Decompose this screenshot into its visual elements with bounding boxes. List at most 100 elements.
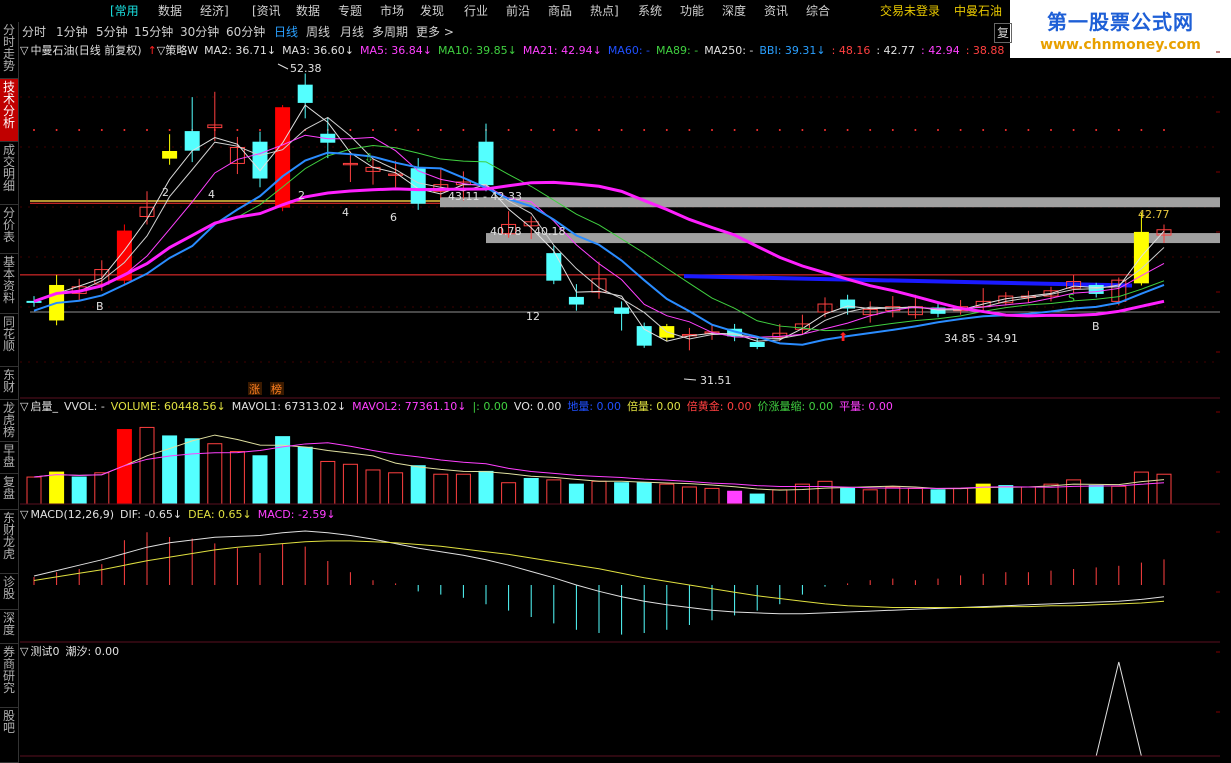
sidebar-item-6[interactable]: 东财 (0, 367, 18, 400)
signal-dot (168, 129, 171, 131)
menu-item-4[interactable]: 数据 (296, 0, 320, 22)
signal-dot (575, 129, 578, 131)
volume-bar (907, 487, 923, 505)
current-stock-name[interactable]: 中曼石油 (954, 0, 1002, 22)
signal-dot (394, 129, 397, 131)
sidebar-item-2[interactable]: 成交明细 (0, 142, 18, 205)
up-arrow-icon: ⬆ (838, 330, 848, 344)
chart-area[interactable]: 52.38 31.51 43.11 - 42.33 40.78 40.18 34.85 -… (20, 42, 1220, 763)
menu-item-7[interactable]: 发现 (420, 0, 444, 22)
signal-dot (439, 129, 442, 131)
menu-item-9[interactable]: 前沿 (506, 0, 530, 22)
sidebar-item-3[interactable]: 分价表 (0, 205, 18, 254)
menu-item-0[interactable]: [常用 (110, 0, 139, 22)
volume-bar (365, 469, 381, 505)
period-tab-5[interactable]: 60分钟 (226, 22, 265, 42)
sidebar-item-label: 复盘 (3, 475, 16, 501)
sidebar-item-11[interactable]: 诊股 (0, 574, 18, 610)
sidebar-item-8[interactable]: 早盘 (0, 442, 18, 474)
period-tab-9[interactable]: 多周期 (372, 22, 408, 42)
volume-bar (478, 470, 494, 505)
period-tab-8[interactable]: 月线 (340, 22, 364, 42)
signal-marker: 4 (208, 188, 215, 201)
period-tab-0[interactable]: 分时 (22, 22, 46, 42)
menu-item-2[interactable]: 经济] (200, 0, 229, 22)
sidebar-item-label: 东财 (3, 368, 16, 394)
menu-item-3[interactable]: [资讯 (252, 0, 281, 22)
menu-item-15[interactable]: 资讯 (764, 0, 788, 22)
tag-label: 涨 (249, 383, 260, 396)
menu-item-1[interactable]: 数据 (158, 0, 182, 22)
price-label: 40.18 (534, 225, 566, 238)
period-tab-7[interactable]: 周线 (306, 22, 330, 42)
menu-item-14[interactable]: 深度 (722, 0, 746, 22)
candle-body (478, 141, 494, 186)
period-tab-10[interactable]: 更多 > (416, 22, 454, 42)
signal-dot (1095, 129, 1098, 131)
volume-bar (772, 489, 788, 505)
signal-dot (824, 129, 826, 131)
volume-bar (523, 477, 539, 505)
volume-bar (342, 463, 358, 505)
period-tab-2[interactable]: 5分钟 (96, 22, 128, 42)
sidebar-item-label: 早盘 (3, 443, 16, 469)
candle-body (614, 307, 630, 314)
volume-bar (388, 472, 404, 505)
menu-item-13[interactable]: 功能 (680, 0, 704, 22)
candle-body (546, 253, 562, 281)
signal-dot (643, 129, 646, 131)
volume-bar (1088, 485, 1104, 505)
sidebar-item-label: 基本资料 (3, 255, 16, 305)
sidebar-item-label: 深度 (3, 611, 16, 637)
period-tab-6[interactable]: 日线 (274, 22, 298, 42)
level-value-label: 42.77 (1138, 208, 1170, 221)
signal-dot (78, 129, 81, 131)
volume-bar (568, 483, 584, 505)
signal-dot (1050, 129, 1052, 131)
signal-dot (1072, 129, 1075, 131)
menu-item-6[interactable]: 市场 (380, 0, 404, 22)
signal-dot (123, 129, 126, 131)
signal-dot (462, 129, 465, 131)
menu-item-11[interactable]: 热点] (590, 0, 619, 22)
menu-item-5[interactable]: 专题 (338, 0, 362, 22)
signal-dot (100, 129, 103, 131)
signal-dot (756, 129, 759, 131)
menu-item-12[interactable]: 系统 (638, 0, 662, 22)
signal-dot (530, 129, 533, 131)
menu-bar: [常用 数据 经济] [资讯 数据 专题 市场 发现 行业 前沿 商品 热点] 系统 功能 深度 资讯 综合 (0, 0, 1010, 22)
sidebar-item-13[interactable]: 券商研究 (0, 644, 18, 708)
volume-bar (659, 483, 675, 505)
menu-item-10[interactable]: 商品 (548, 0, 572, 22)
sidebar-item-1[interactable]: 技术分析 (0, 79, 18, 142)
sidebar-item-9[interactable]: 复盘 (0, 474, 18, 510)
period-tab-4[interactable]: 30分钟 (180, 22, 219, 42)
fuquan-button[interactable]: 复 (994, 23, 1013, 43)
volume-bar (410, 465, 426, 505)
volume-bar (26, 476, 42, 505)
menu-item-16[interactable]: 综合 (806, 0, 830, 22)
sidebar-item-7[interactable]: 龙虎榜 (0, 400, 18, 442)
signal-dot (869, 129, 872, 131)
signal-dot (665, 129, 668, 131)
menu-item-8[interactable]: 行业 (464, 0, 488, 22)
volume-bar (184, 438, 200, 505)
period-tab-3[interactable]: 15分钟 (134, 22, 173, 42)
period-tab-1[interactable]: 1分钟 (56, 22, 88, 42)
sidebar-item-0[interactable]: 分时走势 (0, 22, 18, 79)
candle-body (297, 84, 313, 103)
sidebar-item-14[interactable]: 股吧 (0, 708, 18, 763)
signal-dot (552, 129, 555, 131)
signal-dot (598, 129, 600, 131)
signal-dot (236, 129, 239, 131)
volume-bar (501, 482, 517, 505)
trade-login-status[interactable]: 交易未登录 (880, 0, 940, 22)
volume-bar (320, 460, 336, 505)
sidebar-item-10[interactable]: 东财龙虎 (0, 510, 18, 574)
volume-bar (681, 486, 697, 505)
volume-bar (546, 479, 562, 505)
sidebar-item-5[interactable]: 同花顺 (0, 314, 18, 367)
sidebar-item-12[interactable]: 深度 (0, 610, 18, 644)
signal-marker: 12 (526, 310, 540, 323)
sidebar-item-4[interactable]: 基本资料 (0, 254, 18, 314)
